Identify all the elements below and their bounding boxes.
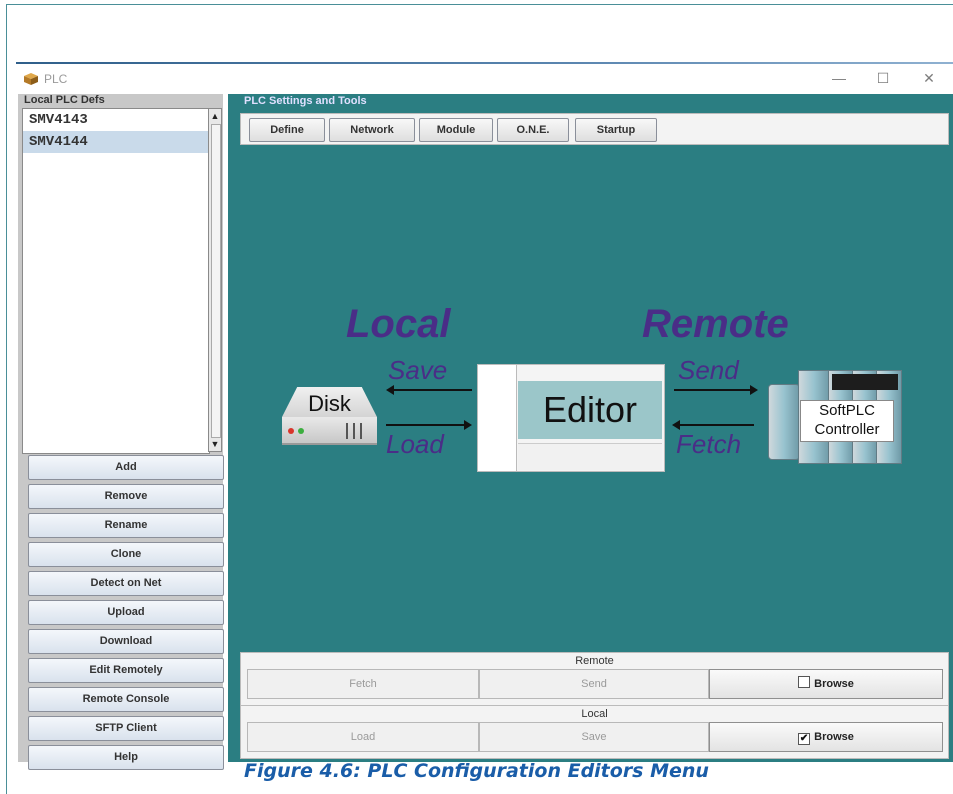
close-button[interactable]: ✕ [914, 70, 944, 87]
upload-button[interactable]: Upload [28, 600, 224, 625]
remote-browse-label: Browse [814, 678, 854, 690]
save-arrow [386, 385, 472, 395]
clone-button[interactable]: Clone [28, 542, 224, 567]
scroll-down-arrow-icon[interactable]: ▼ [209, 437, 221, 451]
local-browse-checkbox[interactable]: ✔ Browse [709, 722, 943, 752]
controller-label: SoftPLC Controller [800, 400, 894, 442]
edit-remotely-button[interactable]: Edit Remotely [28, 658, 224, 683]
remote-heading: Remote [642, 302, 789, 346]
load-label: Load [386, 429, 444, 459]
send-label: Send [678, 355, 739, 385]
list-scrollbar[interactable]: ▲ ▼ [208, 108, 222, 452]
local-plc-defs-heading: Local PLC Defs [24, 94, 105, 106]
module-button[interactable]: Module [419, 118, 493, 142]
local-group-title: Local [581, 708, 608, 720]
one-button[interactable]: O.N.E. [497, 118, 569, 142]
save-button[interactable]: Save [479, 722, 709, 752]
plc-window: PLC — ☐ ✕ Local PLC Defs SMV4143 SMV4144… [16, 62, 953, 770]
plc-app-icon [24, 73, 38, 85]
load-arrow [386, 420, 472, 430]
rename-button[interactable]: Rename [28, 513, 224, 538]
download-button[interactable]: Download [28, 629, 224, 654]
remote-browse-box[interactable] [798, 676, 811, 688]
remove-button[interactable]: Remove [28, 484, 224, 509]
local-group: Local Load Save ✔ Browse [240, 705, 949, 759]
page-border-top [6, 4, 953, 5]
maximize-button[interactable]: ☐ [868, 70, 898, 87]
window-title: PLC [44, 72, 68, 86]
plc-settings-panel: PLC Settings and Tools Define Network Mo… [228, 94, 953, 762]
disk-icon: Disk [282, 387, 377, 447]
editor-thumbnail: Editor [477, 364, 665, 472]
fetch-button[interactable]: Fetch [247, 669, 479, 699]
plc-settings-heading: PLC Settings and Tools [244, 95, 367, 107]
page-border-left [6, 4, 7, 794]
list-item-selected[interactable]: SMV4144 [23, 131, 209, 153]
list-item[interactable]: SMV4143 [23, 109, 209, 131]
figure-caption: Figure 4.6: PLC Configuration Editors Me… [244, 760, 709, 782]
fetch-arrow [672, 420, 754, 430]
save-label: Save [388, 355, 448, 385]
add-button[interactable]: Add [28, 455, 224, 480]
local-heading: Local [346, 302, 451, 346]
titlebar[interactable]: PLC — ☐ ✕ [16, 64, 953, 94]
editor-label: Editor [542, 389, 638, 430]
local-browse-box[interactable]: ✔ [798, 733, 811, 745]
startup-button[interactable]: Startup [575, 118, 657, 142]
local-plc-defs-panel: Local PLC Defs SMV4143 SMV4144 ▲ ▼ Add R… [18, 94, 224, 770]
load-button[interactable]: Load [247, 722, 479, 752]
controller-label-line2: Controller [814, 421, 880, 438]
detect-on-net-button[interactable]: Detect on Net [28, 571, 224, 596]
send-button[interactable]: Send [479, 669, 709, 699]
disk-label: Disk [308, 391, 351, 416]
scroll-thumb[interactable] [211, 124, 221, 438]
minimize-button[interactable]: — [824, 70, 854, 86]
local-browse-label: Browse [814, 731, 854, 743]
plc-list[interactable]: SMV4143 SMV4144 [22, 108, 210, 454]
controller-label-line1: SoftPLC [819, 402, 875, 419]
fetch-label: Fetch [676, 429, 742, 459]
settings-toolbar: Define Network Module O.N.E. Startup [240, 113, 949, 145]
send-arrow [674, 385, 758, 395]
network-button[interactable]: Network [329, 118, 415, 142]
remote-console-button[interactable]: Remote Console [28, 687, 224, 712]
sftp-client-button[interactable]: SFTP Client [28, 716, 224, 741]
remote-group-title: Remote [575, 655, 614, 667]
define-button[interactable]: Define [249, 118, 325, 142]
scroll-up-arrow-icon[interactable]: ▲ [209, 109, 221, 123]
controller-image: SoftPLC Controller [768, 368, 904, 468]
workflow-diagram: Local Remote Save Load Send Fetch Disk E… [228, 144, 953, 644]
plc-action-buttons: Add Remove Rename Clone Detect on Net Up… [28, 455, 224, 774]
remote-browse-checkbox[interactable]: Browse [709, 669, 943, 699]
remote-group: Remote Fetch Send Browse [240, 652, 949, 706]
